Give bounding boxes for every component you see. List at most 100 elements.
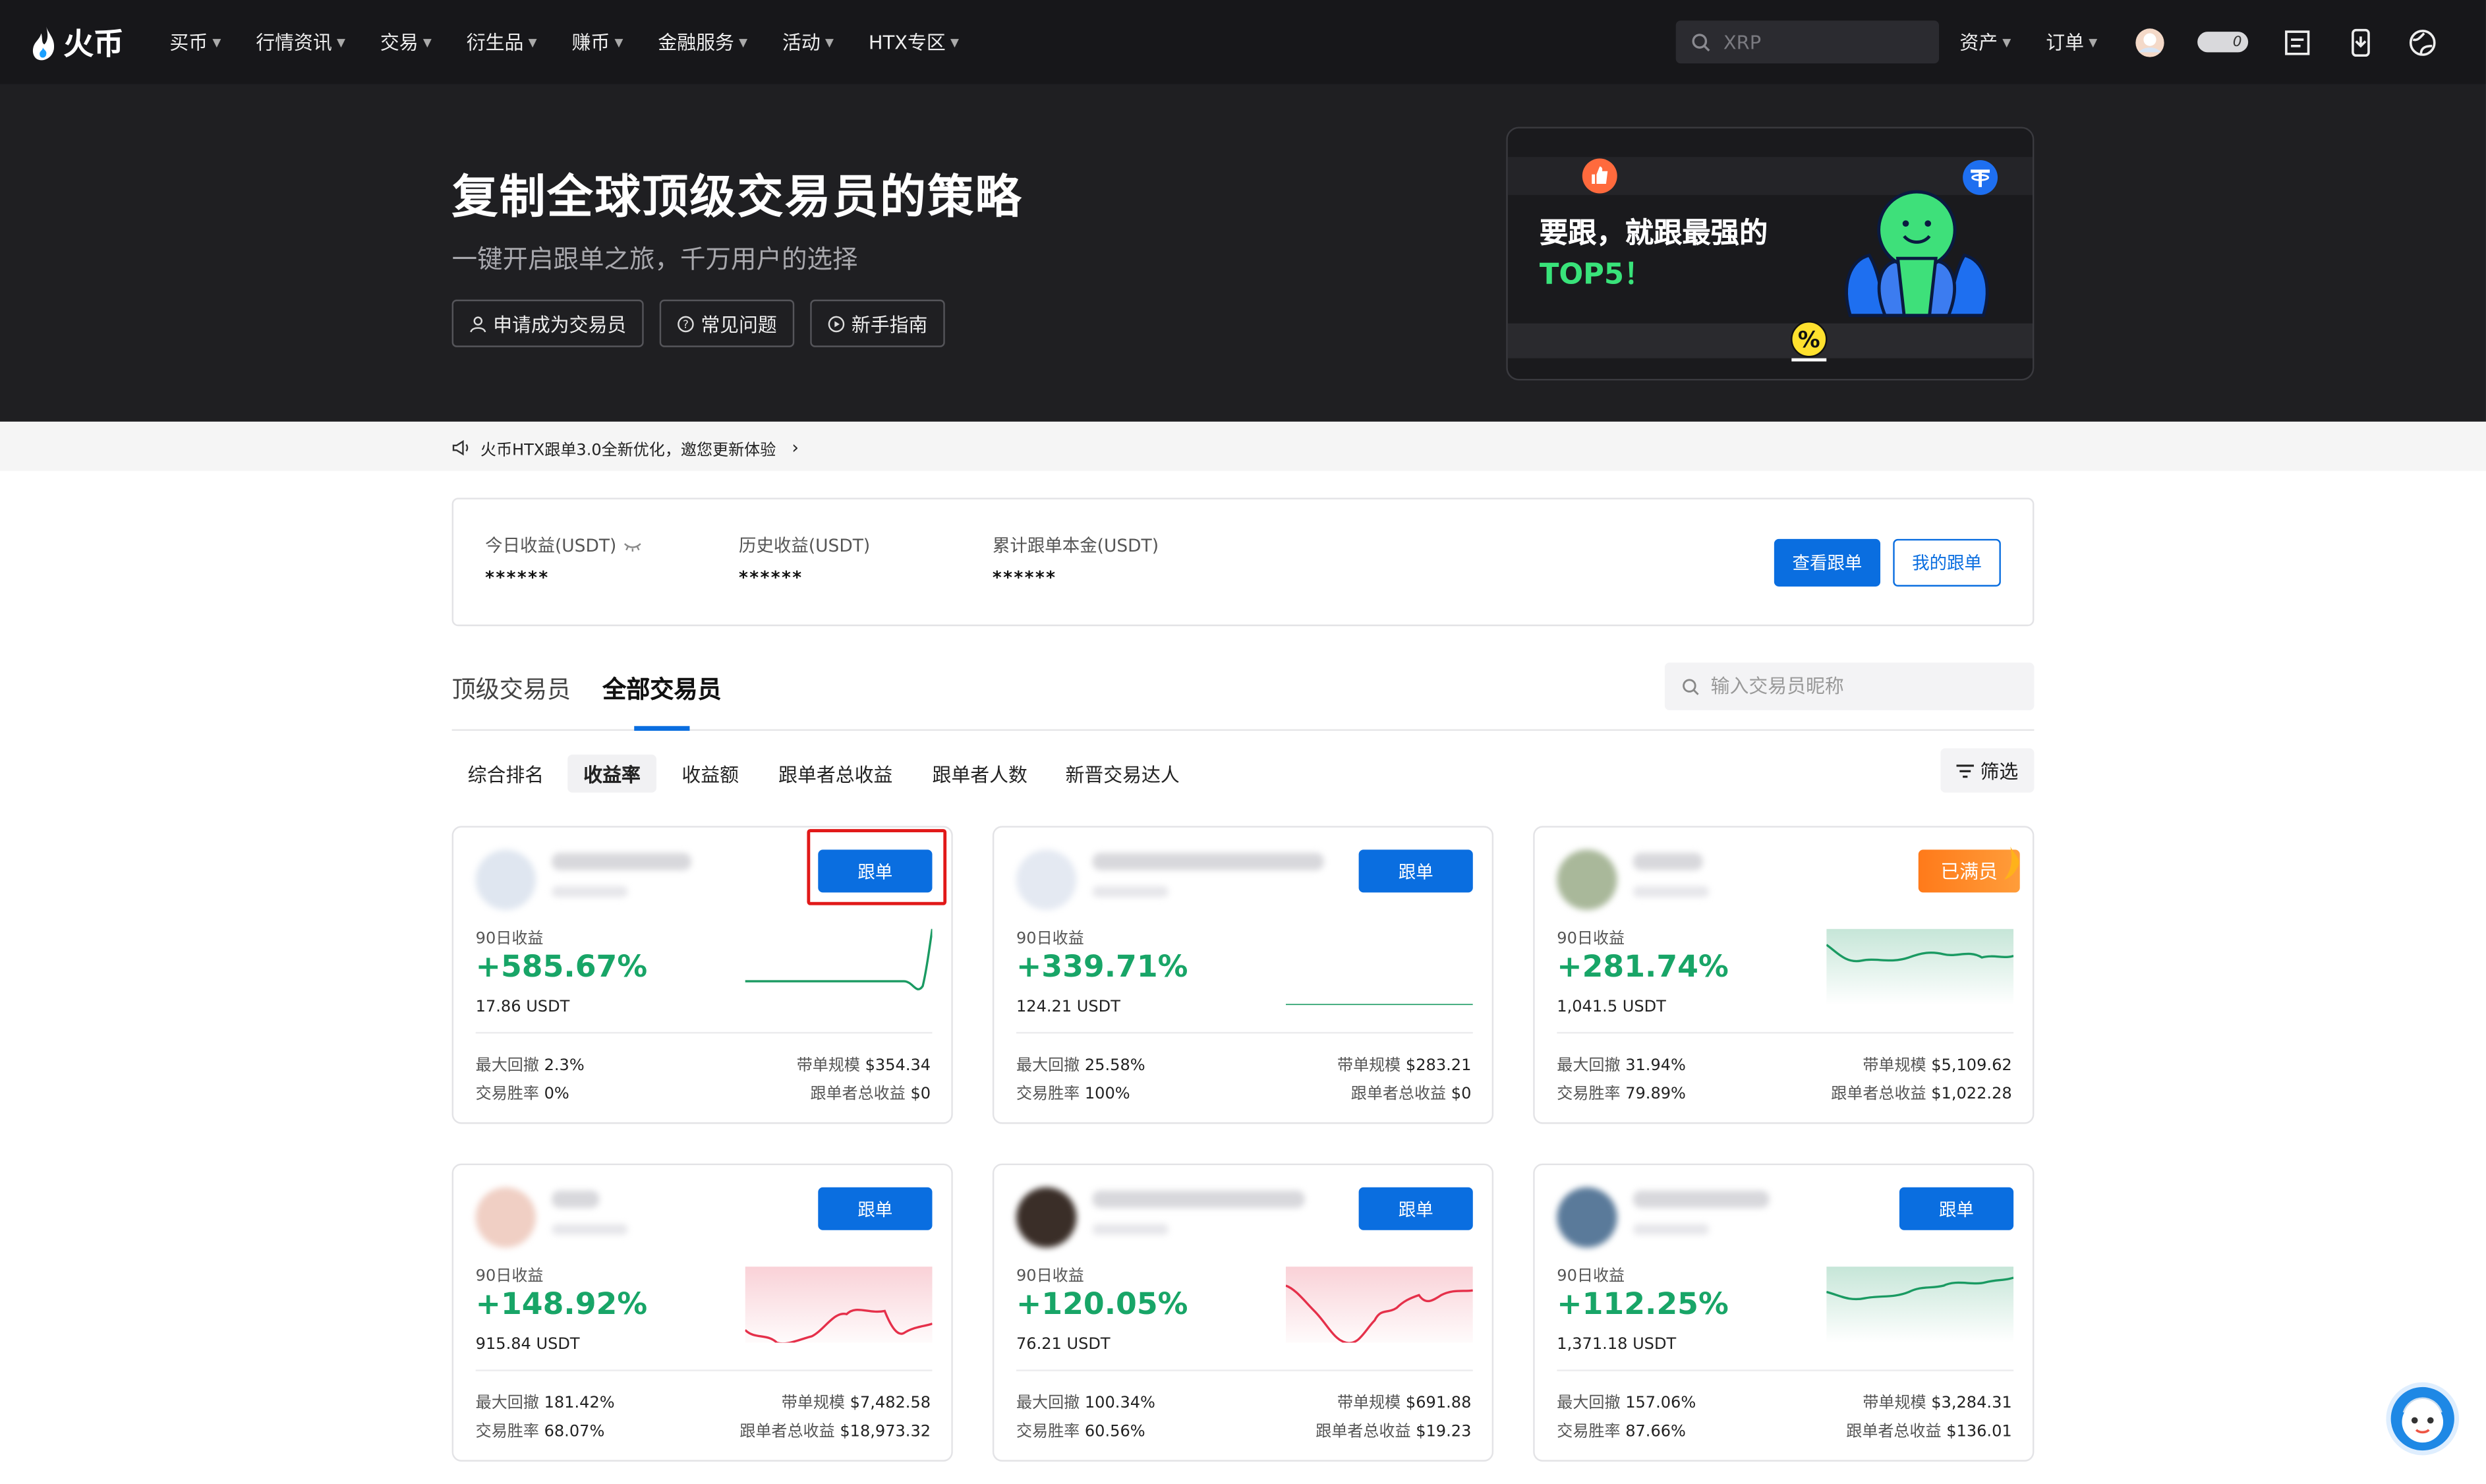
logo[interactable]: 火币 [32, 20, 124, 63]
user-avatar-icon[interactable] [2134, 27, 2166, 59]
max-drawdown-value: 181.42% [544, 1394, 615, 1413]
follow-button[interactable]: 跟单 [818, 849, 933, 893]
global-search-input[interactable] [1723, 30, 1914, 53]
notice-content: 火币HTX跟单3.0全新优化，邀您更新体验 › [452, 436, 799, 460]
global-search[interactable] [1675, 20, 1940, 64]
profit-usdt: 915.84 USDT [475, 1336, 580, 1354]
tab-all-traders[interactable]: 全部交易员 [602, 672, 721, 706]
menu-htx-zone[interactable]: HTX专区 ▼ [869, 28, 959, 55]
menu-finance[interactable]: 金融服务 ▼ [658, 28, 747, 55]
trader-search[interactable] [1664, 662, 2035, 710]
user-icon [470, 316, 486, 332]
menu-buy-crypto[interactable]: 买币 ▼ [169, 28, 221, 55]
message-icon[interactable] [2282, 27, 2313, 59]
notice-bar[interactable]: 火币HTX跟单3.0全新优化，邀您更新体验 › [0, 421, 2486, 471]
trader-card[interactable]: 已满员 90日收益 +281.74% 1,041.5 USDT 最大回撤 31.… [1533, 826, 2035, 1124]
today-earnings-label-row: 今日收益(USDT) [485, 532, 642, 557]
trader-avatar[interactable] [1557, 849, 1617, 910]
followers-profit-value: $18,973.32 [840, 1423, 931, 1441]
filter-icon [1956, 764, 1974, 778]
followers-profit-value: $1,022.28 [1931, 1085, 2012, 1104]
follow-button[interactable]: 跟单 [1358, 1187, 1473, 1230]
download-icon[interactable] [2345, 27, 2377, 59]
followers-profit-row: 跟单者总收益 $0 [1351, 1079, 1472, 1103]
history-earnings-label: 历史收益(USDT) [739, 536, 871, 557]
sort-profit-amount[interactable]: 收益额 [681, 755, 739, 793]
today-earnings-value: ****** [485, 567, 550, 588]
trader-card[interactable]: 跟单 90日收益 +112.25% 1,371.18 USDT 最大回撤 157… [1533, 1163, 2035, 1462]
filter-button[interactable]: 筛选 [1940, 748, 2035, 793]
app-root: 火币 买币 ▼ 行情资讯 ▼ 交易 ▼ 衍生品 ▼ 赚币 ▼ 金融服务 ▼ 活动 ▼ HTX专… [0, 0, 2486, 1484]
sort-overall[interactable]: 综合排名 [468, 755, 544, 793]
beginner-guide-button[interactable]: 新手指南 [810, 299, 945, 347]
sort-followers-count[interactable]: 跟单者人数 [932, 755, 1027, 793]
faq-button[interactable]: ? 常见问题 [659, 299, 795, 347]
assets-label: 资产 [1959, 32, 1998, 54]
orders-menu[interactable]: 订单 ▼ [2046, 28, 2097, 55]
ninety-day-label: 90日收益 [475, 930, 544, 948]
menu-earn[interactable]: 赚币 ▼ [572, 28, 623, 55]
play-icon [828, 315, 845, 332]
menu-activities[interactable]: 活动 ▼ [782, 28, 834, 55]
trader-card[interactable]: 跟单 90日收益 +339.71% 124.21 USDT 最大回撤 25.58… [992, 826, 1494, 1124]
win-rate-value: 87.66% [1625, 1423, 1686, 1441]
notice-text: 火币HTX跟单3.0全新优化，邀您更新体验 [480, 442, 776, 460]
trader-avatar[interactable] [475, 1187, 536, 1248]
trader-avatar[interactable] [475, 849, 536, 910]
search-icon [1692, 33, 1710, 51]
assets-menu[interactable]: 资产 ▼ [1959, 28, 2011, 55]
menu-trade[interactable]: 交易 ▼ [380, 28, 432, 55]
support-chat-button[interactable] [2386, 1382, 2460, 1456]
apply-trader-button[interactable]: 申请成为交易员 [451, 299, 644, 347]
win-rate-label: 交易胜率 [475, 1085, 539, 1104]
total-principal-label: 累计跟单本金(USDT) [992, 536, 1159, 557]
follow-button[interactable]: 跟单 [818, 1187, 933, 1230]
sort-return-rate[interactable]: 收益率 [567, 755, 656, 793]
follow-button[interactable]: 跟单 [1358, 849, 1473, 893]
scale-row: 带单规模 $283.21 [1337, 1051, 1471, 1075]
trader-card[interactable]: 跟单 90日收益 +120.05% 76.21 USDT 最大回撤 100.34… [992, 1163, 1494, 1462]
followers-profit-label: 跟单者总收益 [1350, 1085, 1447, 1104]
trader-avatar[interactable] [1557, 1187, 1617, 1248]
banner-strip [1507, 323, 2033, 358]
menu-label: 买币 [169, 32, 208, 54]
ninety-day-label: 90日收益 [475, 1268, 544, 1286]
tab-top-traders[interactable]: 顶级交易员 [452, 672, 571, 706]
trader-card[interactable]: 跟单 90日收益 +148.92% 915.84 USDT 最大回撤 181.4… [451, 1163, 953, 1462]
win-rate-row: 交易胜率 79.89% [1557, 1079, 1686, 1103]
view-copy-orders-button[interactable]: 查看跟单 [1774, 538, 1881, 587]
win-rate-value: 0% [544, 1085, 569, 1104]
trader-avatar[interactable] [1016, 849, 1077, 910]
logo-text: 火币 [63, 26, 124, 62]
sort-followers-profit[interactable]: 跟单者总收益 [778, 755, 892, 793]
globe-icon[interactable] [2407, 27, 2439, 59]
trader-name-blurred [1092, 853, 1324, 870]
win-rate-value: 60.56% [1084, 1423, 1145, 1441]
caret-down-icon: ▼ [422, 36, 432, 49]
trader-avatar[interactable] [1016, 1187, 1077, 1248]
follow-button-label: 跟单 [1398, 1199, 1433, 1220]
menu-label: 金融服务 [658, 32, 734, 54]
trader-card[interactable]: 跟单 90日收益 +585.67% 17.86 USDT 最大回撤 2.3% 交… [451, 826, 953, 1124]
eye-closed-icon[interactable] [623, 539, 642, 552]
full-badge-label: 已满员 [1940, 861, 1998, 883]
hero-section: 复制全球顶级交易员的策略 一键开启跟单之旅，千万用户的选择 申请成为交易员 ? … [0, 84, 2486, 422]
follow-button[interactable]: 跟单 [1899, 1187, 2014, 1230]
max-drawdown-label: 最大回撤 [1016, 1394, 1080, 1413]
beginner-guide-label: 新手指南 [851, 313, 928, 335]
max-drawdown-value: 2.3% [544, 1057, 585, 1075]
promo-banner[interactable]: 要跟，就跟最强的 TOP5！ % [1506, 127, 2035, 381]
trader-search-input[interactable] [1710, 675, 2012, 698]
profit-usdt: 17.86 USDT [475, 998, 570, 1016]
caret-down-icon: ▼ [739, 36, 748, 49]
menu-derivatives[interactable]: 衍生品 ▼ [467, 28, 537, 55]
menu-markets[interactable]: 行情资讯 ▼ [256, 28, 345, 55]
trader-id-blurred [1092, 886, 1169, 898]
my-copy-orders-button[interactable]: 我的跟单 [1893, 538, 2001, 587]
theme-toggle[interactable]: 0 [2197, 32, 2249, 53]
max-drawdown-value: 31.94% [1625, 1057, 1686, 1075]
scale-row: 带单规模 $7,482.58 [782, 1388, 931, 1412]
sort-new-traders[interactable]: 新晋交易达人 [1066, 755, 1180, 793]
caret-down-icon: ▼ [950, 36, 959, 49]
win-rate-row: 交易胜率 68.07% [476, 1417, 605, 1441]
